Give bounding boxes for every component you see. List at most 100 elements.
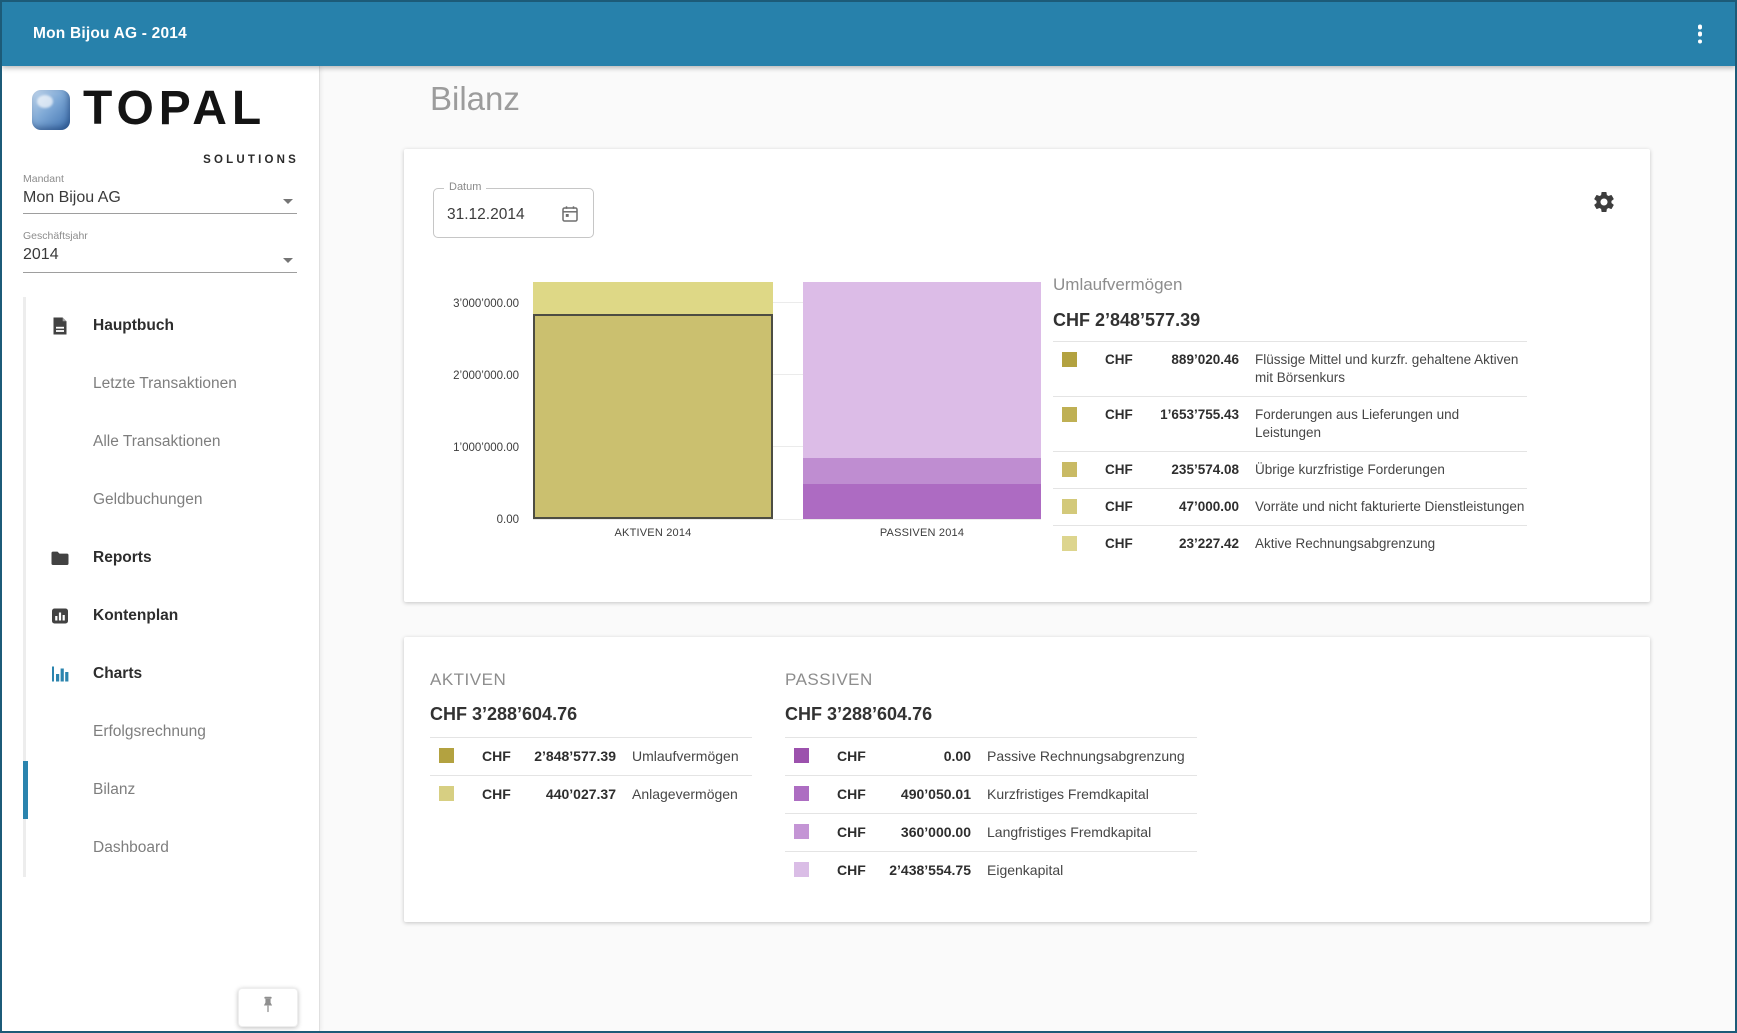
pin-sidebar-button[interactable] [238,988,298,1027]
mandant-value: Mon Bijou AG [23,189,297,207]
sidebar-item-label: Dashboard [93,839,169,857]
bar-segment-langfristiges-fremdkapital[interactable] [803,458,1041,484]
x-axis-label: AKTIVEN 2014 [533,527,773,539]
sidebar-item-label: Geldbuchungen [93,491,202,509]
amount-value: 2’438’554.75 [871,861,971,880]
sidebar-item-kontenplan[interactable]: Kontenplan [26,587,306,645]
sidebar-item-dashboard[interactable]: Dashboard [26,819,306,877]
sidebar: TOPAL SOLUTIONS Mandant Mon Bijou AG Ges… [2,66,320,1031]
y-axis-tick-label: 1’000’000.00 [453,442,519,454]
account-label: Anlagevermögen [632,785,752,804]
chevron-down-icon [283,258,293,263]
amount-value: 440’027.37 [516,785,616,804]
currency-label: CHF [837,747,871,766]
bar-passiven-2014[interactable] [803,282,1041,519]
sidebar-item-erfolgsrechnung[interactable]: Erfolgsrechnung [26,703,306,761]
sidebar-item-charts[interactable]: Charts [26,645,306,703]
amount-value: 0.00 [871,747,971,766]
sidebar-item-label: Letzte Transaktionen [93,375,237,393]
legend-color-swatch [794,862,809,877]
aktiven-row: CHF2’848’577.39Umlaufvermögen [430,737,752,775]
amount-value: 235’574.08 [1139,461,1239,479]
bar-segment-eigenkapital[interactable] [803,282,1041,458]
geschaeftsjahr-label: Geschäftsjahr [23,230,297,242]
document-icon [50,316,70,336]
y-axis-tick-label: 0.00 [497,514,519,526]
legend-color-swatch [1062,462,1077,477]
geschaeftsjahr-value: 2014 [23,246,297,264]
legend-color-swatch [439,748,454,763]
balance-stacked-bar-chart [533,282,1041,519]
sidebar-item-letzte-transaktionen[interactable]: Letzte Transaktionen [26,355,306,413]
datum-field[interactable]: Datum 31.12.2014 [433,188,594,238]
detail-panel-title: Umlaufvermögen [1053,275,1527,295]
account-label: Forderungen aus Lieferungen und Leistung… [1255,406,1527,442]
sidebar-item-reports[interactable]: Reports [26,529,306,587]
legend-color-swatch [439,786,454,801]
geschaeftsjahr-select[interactable]: Geschäftsjahr 2014 [23,230,297,273]
sidebar-item-label: Kontenplan [93,607,178,625]
window-title: Mon Bijou AG - 2014 [33,25,187,43]
sidebar-item-geldbuchungen[interactable]: Geldbuchungen [26,471,306,529]
datum-field-value: 31.12.2014 [447,206,525,224]
sidebar-item-label: Alle Transaktionen [93,433,221,451]
balance-chart-card: Datum 31.12.2014 0.00 1’000’000.00 2’000’0… [404,149,1650,602]
passiven-title: PASSIVEN [785,670,1197,690]
y-axis-tick-label: 3’000’000.00 [453,298,519,310]
currency-label: CHF [1105,406,1139,424]
passiven-total: CHF 3’288’604.76 [785,704,1197,725]
sidebar-item-hauptbuch[interactable]: Hauptbuch [26,297,306,355]
app-window: Mon Bijou AG - 2014 TOPAL SOLUTIONS Mand… [0,0,1737,1033]
amount-value: 2’848’577.39 [516,747,616,766]
nav-icon-spacer [50,838,70,858]
bar-segment-kurzfristiges-fremdkapital[interactable] [803,484,1041,519]
passiven-row: CHF360’000.00Langfristiges Fremdkapital [785,813,1197,851]
kebab-menu-icon[interactable] [1695,25,1705,44]
account-label: Flüssige Mittel und kurzfr. gehaltene Ak… [1255,351,1527,387]
currency-label: CHF [837,861,871,880]
detail-panel-rows: CHF889’020.46Flüssige Mittel und kurzfr.… [1053,341,1527,562]
passiven-section: PASSIVEN CHF 3’288’604.76 CHF0.00Passive… [785,670,1197,889]
detail-row: CHF889’020.46 Flüssige Mittel und kurzfr.… [1053,341,1527,396]
passiven-row: CHF0.00 Passive Rechnungsabgrenzung [785,737,1197,775]
aktiven-row: CHF440’027.37Anlagevermögen [430,775,752,813]
amount-value: 889’020.46 [1139,351,1239,369]
bar-segment-anlagevermoegen[interactable] [533,282,773,314]
currency-label: CHF [482,747,516,766]
detail-panel-total: CHF 2’848’577.39 [1053,310,1527,331]
legend-color-swatch [1062,352,1077,367]
account-label: Kurzfristiges Fremdkapital [987,785,1197,804]
segment-detail-panel: Umlaufvermögen CHF 2’848’577.39 CHF889’0… [1053,275,1527,562]
account-label: Übrige kurzfristige Forderungen [1255,461,1527,479]
sidebar-item-bilanz[interactable]: Bilanz [26,761,306,819]
account-label: Passive Rechnungsabgrenzung [987,747,1197,766]
bar-aktiven-2014[interactable] [533,282,773,519]
account-label: Vorräte und nicht fakturierte Dienstleis… [1255,498,1527,516]
currency-label: CHF [1105,351,1139,369]
currency-label: CHF [1105,535,1139,553]
logo-subtext: SOLUTIONS [203,154,299,166]
legend-color-swatch [1062,536,1077,551]
account-label: Langfristiges Fremdkapital [987,823,1197,842]
currency-label: CHF [837,785,871,804]
gear-icon[interactable] [1592,190,1616,214]
folder-icon [50,548,70,568]
amount-value: 47’000.00 [1139,498,1239,516]
nav-icon-spacer [50,374,70,394]
passiven-row: CHF2’438’554.75Eigenkapital [785,851,1197,889]
legend-color-swatch [1062,407,1077,422]
aktiven-rows: CHF2’848’577.39UmlaufvermögenCHF440’027.… [430,737,752,813]
aktiven-total: CHF 3’288’604.76 [430,704,752,725]
balance-summary-card: AKTIVEN CHF 3’288’604.76 CHF2’848’577.39… [404,637,1650,922]
y-axis-tick-label: 2’000’000.00 [453,370,519,382]
sidebar-item-alle-transaktionen[interactable]: Alle Transaktionen [26,413,306,471]
currency-label: CHF [1105,461,1139,479]
y-axis: 0.001’000’000.002’000’000.003’000’000.00 [431,282,519,519]
legend-color-swatch [794,748,809,763]
bar-segment-umlaufvermoegen[interactable] [533,314,773,519]
page-title: Bilanz [430,80,520,118]
mandant-select[interactable]: Mandant Mon Bijou AG [23,173,297,214]
accounts-chart-icon [50,606,70,626]
amount-value: 1’653’755.43 [1139,406,1239,424]
calendar-icon[interactable] [560,204,580,224]
